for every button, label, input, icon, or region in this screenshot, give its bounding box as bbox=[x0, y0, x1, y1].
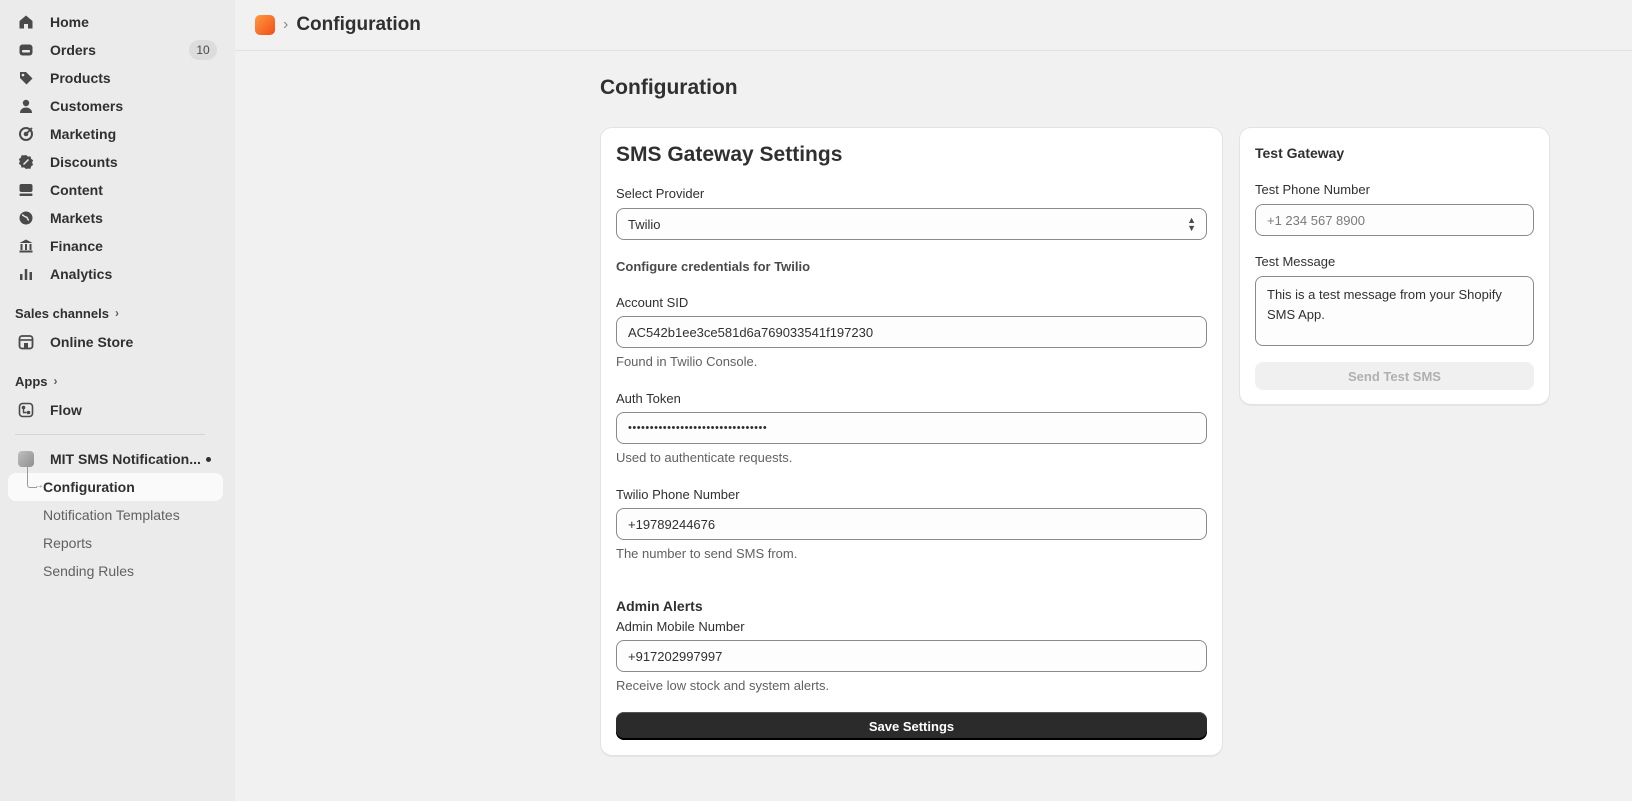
admin-mobile-input[interactable]: +917202997997 bbox=[616, 640, 1207, 672]
page-title: Configuration bbox=[600, 76, 738, 99]
sidebar-divider bbox=[15, 434, 205, 435]
admin-alerts-heading: Admin Alerts bbox=[616, 598, 703, 614]
provider-select[interactable]: Twilio ▲ ▼ bbox=[616, 208, 1207, 240]
apps-heading[interactable]: Apps › bbox=[15, 372, 235, 390]
nav-item-home[interactable]: Home bbox=[8, 8, 223, 36]
nav-label: Flow bbox=[50, 402, 82, 418]
credentials-heading: Configure credentials for Twilio bbox=[616, 259, 811, 274]
select-arrows-icon: ▲ ▼ bbox=[1187, 215, 1196, 233]
test-phone-label: Test Phone Number bbox=[1255, 182, 1370, 197]
breadcrumb-chevron-icon: › bbox=[283, 16, 289, 33]
chevron-right-icon: › bbox=[53, 374, 58, 388]
person-icon bbox=[18, 98, 34, 114]
nav-label: Analytics bbox=[50, 266, 113, 282]
twilio-phone-input[interactable]: +19789244676 bbox=[616, 508, 1207, 540]
save-settings-button[interactable]: Save Settings bbox=[616, 712, 1207, 740]
nav-label: MIT SMS Notification... bbox=[50, 451, 201, 467]
nav-label: Online Store bbox=[50, 334, 134, 350]
nav-label: Marketing bbox=[50, 126, 117, 142]
twilio-phone-help: The number to send SMS from. bbox=[616, 546, 798, 561]
tag-icon bbox=[18, 70, 34, 86]
sales-channels-heading[interactable]: Sales channels › bbox=[15, 304, 235, 322]
sub-item-label: Reports bbox=[43, 535, 93, 551]
test-gateway-card: Test Gateway Test Phone Number +1 234 56… bbox=[1239, 127, 1550, 405]
test-phone-input[interactable]: +1 234 567 8900 bbox=[1255, 204, 1534, 236]
send-test-sms-button[interactable]: Send Test SMS bbox=[1255, 362, 1534, 390]
sub-item-label: Sending Rules bbox=[43, 563, 135, 579]
home-icon bbox=[18, 14, 34, 30]
nav-item-flow[interactable]: Flow bbox=[8, 396, 223, 424]
nav-label: Discounts bbox=[50, 154, 118, 170]
sidebar-item-sending-rules[interactable]: Sending Rules bbox=[8, 557, 223, 585]
account-sid-label: Account SID bbox=[616, 295, 689, 310]
top-bar: › Configuration bbox=[235, 0, 1632, 51]
arrow-right-icon: → bbox=[34, 480, 44, 491]
provider-label: Select Provider bbox=[616, 186, 705, 201]
auth-token-input[interactable]: •••••••••••••••••••••••••••••••• bbox=[616, 412, 1207, 444]
sales-channels-label: Sales channels bbox=[15, 305, 109, 321]
target-icon bbox=[18, 126, 34, 142]
nav-item-marketing[interactable]: Marketing bbox=[8, 120, 223, 148]
account-sid-help: Found in Twilio Console. bbox=[616, 354, 758, 369]
flow-icon bbox=[18, 402, 34, 418]
auth-token-help: Used to authenticate requests. bbox=[616, 450, 793, 465]
nav-label: Finance bbox=[50, 238, 103, 254]
nav-item-finance[interactable]: Finance bbox=[8, 232, 223, 260]
orders-icon bbox=[18, 42, 34, 58]
sidebar-item-configuration[interactable]: → Configuration bbox=[8, 467, 223, 501]
bank-icon bbox=[18, 238, 34, 254]
nav-item-discounts[interactable]: Discounts bbox=[8, 148, 223, 176]
nav-label: Customers bbox=[50, 98, 124, 114]
nav-item-orders[interactable]: Orders 10 bbox=[8, 36, 223, 64]
globe-icon bbox=[18, 210, 34, 226]
orders-count-badge: 10 bbox=[189, 40, 217, 60]
nav-label: Orders bbox=[50, 42, 96, 58]
nav-label: Content bbox=[50, 182, 103, 198]
breadcrumb-title: Configuration bbox=[296, 14, 421, 35]
nav-label: Markets bbox=[50, 210, 103, 226]
nav-label: Products bbox=[50, 70, 111, 86]
content-icon bbox=[18, 182, 34, 198]
nav-item-content[interactable]: Content bbox=[8, 176, 223, 204]
store-icon bbox=[18, 334, 34, 350]
sidebar: Home Orders 10 Products Customers Market… bbox=[0, 0, 235, 801]
card-title: SMS Gateway Settings bbox=[616, 143, 843, 166]
auth-token-label: Auth Token bbox=[616, 391, 681, 406]
sms-gateway-settings-card: SMS Gateway Settings Select Provider Twi… bbox=[600, 127, 1223, 756]
nav-item-sms-app[interactable]: MIT SMS Notification... bbox=[8, 445, 223, 473]
sub-item-label: Notification Templates bbox=[43, 507, 180, 523]
sidebar-item-reports[interactable]: Reports bbox=[8, 529, 223, 557]
nav-item-analytics[interactable]: Analytics bbox=[8, 260, 223, 288]
provider-select-value: Twilio bbox=[628, 216, 661, 232]
bar-chart-icon bbox=[18, 266, 34, 282]
nav-item-customers[interactable]: Customers bbox=[8, 92, 223, 120]
nav-item-online-store[interactable]: Online Store bbox=[8, 328, 223, 356]
apps-label: Apps bbox=[15, 373, 48, 389]
nav-label: Home bbox=[50, 14, 89, 30]
discount-icon bbox=[18, 154, 34, 170]
nav-item-markets[interactable]: Markets bbox=[8, 204, 223, 232]
app-logo-icon[interactable] bbox=[255, 15, 275, 35]
sub-item-label: Configuration bbox=[43, 479, 135, 495]
nav-item-products[interactable]: Products bbox=[8, 64, 223, 92]
sidebar-item-notification-templates[interactable]: Notification Templates bbox=[8, 501, 223, 529]
account-sid-input[interactable]: AC542b1ee3ce581d6a769033541f197230 bbox=[616, 316, 1207, 348]
twilio-phone-label: Twilio Phone Number bbox=[616, 487, 740, 502]
chevron-right-icon: › bbox=[114, 306, 119, 320]
test-message-textarea[interactable]: This is a test message from your Shopify… bbox=[1255, 276, 1534, 346]
test-message-label: Test Message bbox=[1255, 254, 1336, 269]
app-status-dot bbox=[206, 457, 211, 462]
app-icon bbox=[18, 451, 34, 467]
admin-mobile-help: Receive low stock and system alerts. bbox=[616, 678, 830, 693]
admin-mobile-label: Admin Mobile Number bbox=[616, 619, 745, 634]
test-gateway-title: Test Gateway bbox=[1255, 145, 1345, 161]
